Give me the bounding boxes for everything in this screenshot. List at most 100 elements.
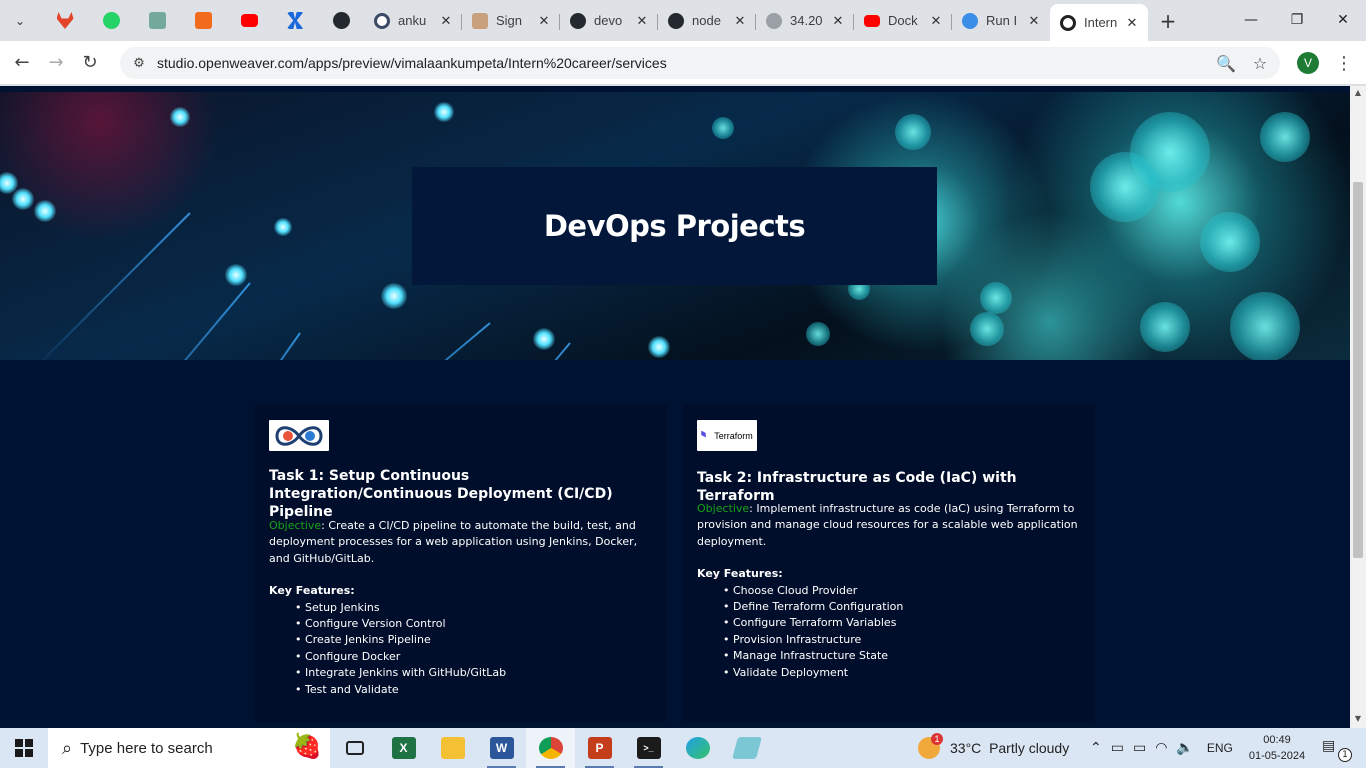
hero-bokeh-decoration [1140,302,1190,352]
reload-icon[interactable]: ↻ [73,46,107,80]
hero-banner: DevOps Projects [0,92,1350,360]
close-icon[interactable]: ✕ [732,13,748,29]
tab-search-icon[interactable]: ⌄ [8,9,32,33]
close-icon[interactable]: ✕ [536,13,552,29]
tab-label: devo [594,13,623,28]
search-placeholder: Type here to search [80,739,213,757]
close-icon[interactable]: ✕ [438,13,454,29]
meet-now-icon[interactable]: ▭ [1111,740,1124,756]
url-text[interactable]: studio.openweaver.com/apps/preview/vimal… [157,55,667,71]
partly-cloudy-icon: 1 [918,733,943,759]
tab-1[interactable]: anku ✕ [364,4,462,38]
key-features-heading: Key Features: [269,584,355,598]
tab-label: Sign [496,13,523,28]
task-view-button[interactable] [330,728,379,768]
folder-icon [440,737,465,759]
hero-bokeh-decoration [970,312,1004,346]
chevron-up-icon[interactable]: ⌃ [1090,740,1102,756]
close-icon[interactable]: ✕ [830,13,846,29]
windows-logo-icon [15,739,33,757]
pinned-tab-gitlab[interactable] [42,4,88,38]
close-icon[interactable]: ✕ [1124,15,1140,31]
bookmark-star-icon[interactable]: ☆ [1250,51,1270,75]
tab-2[interactable]: Sign ✕ [462,4,560,38]
tab-8-active[interactable]: Intern ✕ [1050,3,1148,42]
volume-icon[interactable]: 🔈 [1176,740,1193,756]
powerpoint-icon: P [587,737,612,759]
tab-4[interactable]: node ✕ [658,4,756,38]
hero-bokeh-decoration [1260,112,1310,162]
pinned-tab-github[interactable] [318,4,364,38]
close-icon[interactable]: ✕ [634,13,650,29]
minimize-icon[interactable]: — [1228,0,1274,40]
weather-widget[interactable]: 1 33°C Partly cloudy [918,728,1069,768]
list-item: Manage Infrastructure State [723,648,1082,664]
pinned-tab-confluence[interactable] [272,4,318,38]
card-body: Objective: Create a CI/CD pipeline to au… [269,518,654,698]
card-title: Task 2: Infrastructure as Code (IaC) wit… [697,470,1017,504]
pinned-tab-orange-app[interactable] [180,4,226,38]
zoom-icon[interactable]: 🔍 [1216,51,1236,75]
taskbar-clock[interactable]: 00:49 01-05-2024 [1244,732,1310,764]
taskbar-search-box[interactable]: ⌕ Type here to search 🍓 [48,728,330,768]
list-item: Setup Jenkins [295,600,654,616]
start-button[interactable] [0,728,48,768]
hero-light-decoration [434,102,454,122]
youtube-icon [864,14,880,27]
language-indicator[interactable]: ENG [1207,741,1233,755]
strawberry-icon: 🍓 [292,733,322,760]
project-card-2: Terraform Task 2: Infrastructure as Code… [683,404,1095,722]
objective-text: : Create a CI/CD pipeline to automate th… [269,519,638,565]
taskbar-powerpoint[interactable]: P [575,728,624,768]
terraform-mark-icon [701,430,706,438]
close-window-icon[interactable]: ✕ [1320,0,1366,40]
page-scrollbar[interactable]: ▲ ▼ [1350,86,1366,728]
restore-icon[interactable]: ❐ [1274,0,1320,40]
menu-icon[interactable]: ⋮ [1335,50,1353,76]
taskbar-edge[interactable] [673,728,722,768]
taskbar-word[interactable]: W [477,728,526,768]
taskbar-app[interactable] [722,728,771,768]
list-item: Create Jenkins Pipeline [295,632,654,648]
tab-label: Dock [888,13,918,28]
taskbar-terminal[interactable]: >_ [624,728,673,768]
pinned-tab-chatgpt[interactable] [134,4,180,38]
taskbar-chrome[interactable] [526,728,575,768]
hero-light-decoration [225,264,247,286]
pinned-tab-whatsapp[interactable] [88,4,134,38]
scroll-up-icon[interactable]: ▲ [1353,88,1363,97]
taskbar-excel[interactable]: X [379,728,428,768]
weather-desc: Partly cloudy [989,740,1070,756]
tab-3[interactable]: devo ✕ [560,4,658,38]
profile-avatar[interactable]: V [1297,52,1319,74]
hero-light-decoration [381,283,407,309]
address-bar[interactable]: ⚙ studio.openweaver.com/apps/preview/vim… [120,47,1280,79]
forward-icon[interactable]: → [39,46,73,80]
taskbar-file-explorer[interactable] [428,728,477,768]
list-item: Configure Terraform Variables [723,615,1082,631]
system-tray: ⌃ ▭ ▭ ◠ 🔈 ENG [1090,728,1233,768]
site-info-icon[interactable]: ⚙ [124,51,154,75]
tab-7[interactable]: Run I ✕ [952,4,1050,38]
hero-fiber-decoration [207,332,301,360]
new-tab-icon[interactable]: + [1154,7,1182,35]
scroll-down-icon[interactable]: ▼ [1353,714,1363,723]
notification-center-icon[interactable]: ▤ 1 [1322,738,1352,762]
tab-5[interactable]: 34.20 ✕ [756,4,854,38]
hero-bokeh-decoration [806,322,830,346]
back-icon[interactable]: ← [5,46,39,80]
tab-6[interactable]: Dock ✕ [854,4,952,38]
wifi-icon[interactable]: ◠ [1155,740,1167,756]
scrollbar-thumb[interactable] [1353,182,1363,558]
close-icon[interactable]: ✕ [928,13,944,29]
confluence-icon [286,12,304,29]
openweaver-icon [1060,14,1076,31]
weather-badge: 1 [931,733,943,745]
app-icon [731,737,762,759]
feature-list: Setup Jenkins Configure Version Control … [269,600,654,698]
hero-bokeh-decoration [895,114,931,150]
pinned-tab-youtube[interactable] [226,4,272,38]
battery-icon[interactable]: ▭ [1133,740,1146,756]
list-item: Configure Docker [295,649,654,665]
close-icon[interactable]: ✕ [1026,13,1042,29]
